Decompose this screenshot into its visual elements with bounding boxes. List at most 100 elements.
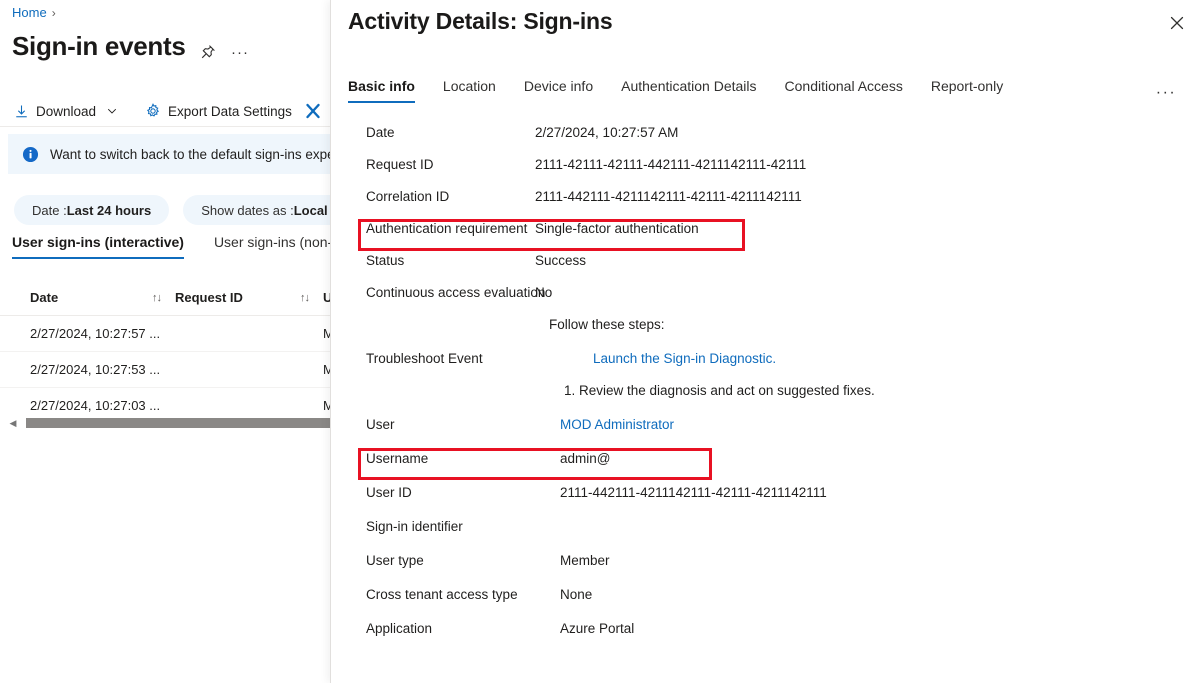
signin-events-table: Date ↑↓ Request ID ↑↓ User 2/27/2024, 10… (0, 280, 330, 424)
detail-row-application: Application Azure Portal (331, 614, 1200, 648)
tab-user-signins-interactive[interactable]: User sign-ins (interactive) (12, 234, 184, 259)
tab-authentication-details[interactable]: Authentication Details (621, 78, 773, 103)
detail-label-application: Application (366, 621, 433, 636)
troubleshoot-button[interactable] (302, 98, 330, 124)
cell-user: MOD Administrator (323, 362, 330, 377)
activity-details-panel: Activity Details: Sign-ins Basic info Lo… (330, 0, 1200, 683)
detail-value-user-link[interactable]: MOD Administrator (521, 406, 1200, 432)
column-header-request-id-label: Request ID (175, 290, 243, 305)
tab-device-info[interactable]: Device info (524, 78, 610, 103)
sort-icon-date[interactable]: ↑↓ (152, 292, 162, 304)
filter-pill-date-key: Date : (32, 202, 67, 218)
detail-row-date: Date 2/27/2024, 10:27:57 AM (331, 118, 1200, 150)
preview-info-banner[interactable]: Want to switch back to the default sign-… (8, 134, 330, 174)
preview-info-banner-text: Want to switch back to the default sign-… (50, 146, 330, 162)
detail-label-signin-identifier: Sign-in identifier (366, 519, 463, 534)
detail-label-authentication-requirement: Authentication requirement (366, 221, 528, 236)
detail-value-request-id: 2111-42111-42111-442111-4211142111-42111 (535, 157, 807, 172)
detail-row-user-type: User type Member (331, 546, 1200, 580)
pin-icon[interactable] (198, 42, 218, 62)
sign-in-events-page: Home › Sign-in events ··· Download Expor… (0, 0, 330, 683)
detail-row-continuous-access-evaluation: Continuous access evaluation No (331, 278, 1200, 310)
detail-value-user-type: Member (560, 553, 610, 568)
troubleshoot-icon (304, 102, 322, 120)
cell-user: MOD Administrator (323, 326, 330, 341)
scrollbar-thumb[interactable] (26, 418, 330, 428)
scrollbar-track[interactable] (26, 418, 330, 428)
tab-conditional-access[interactable]: Conditional Access (785, 78, 920, 103)
detail-label-username: Username (366, 451, 429, 466)
cell-date: 2/27/2024, 10:27:03 ... (30, 398, 161, 413)
page-more-options-icon[interactable]: ··· (230, 42, 250, 62)
detail-row-request-id: Request ID 2111-42111-42111-442111-42111… (331, 150, 1200, 182)
tab-basic-info[interactable]: Basic info (348, 78, 432, 103)
panel-title: Activity Details: Sign-ins (348, 8, 613, 34)
toolbar-divider (0, 126, 330, 127)
filter-pill-show-dates-as-key: Show dates as : (201, 202, 294, 218)
detail-row-correlation-id: Correlation ID 2111-442111-4211142111-42… (331, 182, 1200, 214)
detail-row-status: Status Success (331, 246, 1200, 278)
breadcrumb-home[interactable]: Home (12, 5, 47, 20)
info-icon (22, 146, 39, 163)
column-header-date-label: Date (30, 290, 59, 305)
detail-row-signin-identifier: Sign-in identifier (331, 512, 1200, 546)
column-header-user[interactable]: User (323, 290, 330, 305)
tab-report-only[interactable]: Report-only (931, 78, 1020, 103)
detail-value-status: Success (535, 253, 587, 268)
download-label: Download (36, 103, 97, 119)
close-icon[interactable] (1162, 8, 1192, 38)
download-chevron-down-icon[interactable] (107, 104, 117, 119)
troubleshoot-step-1: 1. Review the diagnosis and act on sugge… (564, 383, 875, 399)
export-data-settings-label: Export Data Settings (168, 103, 292, 119)
detail-label-date: Date (366, 125, 395, 140)
download-icon (14, 104, 29, 119)
page-toolbar: Download Export Data Settings (12, 98, 330, 124)
troubleshoot-intro: Follow these steps: (549, 317, 665, 333)
detail-label-status: Status (366, 253, 405, 268)
detail-value-troubleshoot-event: Follow these steps: Launch the Sign-in D… (521, 318, 1200, 398)
detail-value-user-id: 2111-442111-4211142111-42111-4211142111 (560, 485, 827, 500)
sort-icon-request-id[interactable]: ↑↓ (300, 292, 310, 304)
detail-value-correlation-id: 2111-442111-4211142111-42111-4211142111 (535, 189, 802, 204)
detail-row-user-id: User ID 2111-442111-4211142111-42111-421… (331, 478, 1200, 512)
tab-user-signins-non-interactive[interactable]: User sign-ins (non-interactive) (214, 234, 330, 259)
detail-label-correlation-id: Correlation ID (366, 189, 450, 204)
tab-location[interactable]: Location (443, 78, 513, 103)
breadcrumb: Home › (12, 5, 61, 20)
launch-signin-diagnostic-link[interactable]: Launch the Sign-in Diagnostic. (549, 351, 776, 366)
signin-type-tabs: User sign-ins (interactive) User sign-in… (12, 234, 330, 259)
filter-pills: Date : Last 24 hours Show dates as : Loc… (14, 195, 330, 225)
export-data-settings-button[interactable]: Export Data Settings (143, 99, 302, 123)
detail-value-continuous-access-evaluation: No (535, 285, 553, 300)
detail-label-request-id: Request ID (366, 157, 434, 172)
filter-pill-date[interactable]: Date : Last 24 hours (14, 195, 170, 225)
column-header-request-id[interactable]: Request ID ↑↓ (175, 290, 323, 305)
table-row[interactable]: 2/27/2024, 10:27:57 ... MOD Administrato… (0, 316, 330, 352)
scroll-left-arrow-icon[interactable]: ◀ (0, 418, 26, 429)
cell-date: 2/27/2024, 10:27:57 ... (30, 326, 161, 341)
detail-label-troubleshoot-event: Troubleshoot Event (366, 350, 483, 366)
detail-label-cross-tenant-access-type: Cross tenant access type (366, 587, 518, 602)
detail-value-date: 2/27/2024, 10:27:57 AM (535, 125, 679, 140)
detail-label-user-id: User ID (366, 485, 412, 500)
cell-user: MOD Administrator (323, 398, 330, 413)
filter-pill-show-dates-as[interactable]: Show dates as : Local (183, 195, 330, 225)
table-row[interactable]: 2/27/2024, 10:27:53 ... MOD Administrato… (0, 352, 330, 388)
detail-value-cross-tenant-access-type: None (560, 587, 593, 602)
detail-row-username: Username admin@ (331, 444, 1200, 478)
download-button[interactable]: Download (12, 100, 127, 123)
gear-icon (145, 103, 161, 119)
detail-value-authentication-requirement: Single-factor authentication (535, 221, 699, 236)
panel-overflow-menu-icon[interactable]: ··· (1152, 82, 1180, 104)
detail-label-continuous-access-evaluation: Continuous access evaluation (366, 285, 546, 300)
detail-row-authentication-requirement: Authentication requirement Single-factor… (331, 214, 1200, 246)
detail-value-username: admin@ (560, 451, 611, 466)
panel-tabs: Basic info Location Device info Authenti… (348, 78, 1031, 103)
filter-pill-date-value: Last 24 hours (66, 202, 152, 218)
screen: Home › Sign-in events ··· Download Expor… (0, 0, 1200, 683)
cell-date: 2/27/2024, 10:27:53 ... (30, 362, 161, 377)
detail-label-user-type: User type (366, 553, 424, 568)
column-header-date[interactable]: Date ↑↓ (0, 290, 175, 305)
table-horizontal-scrollbar[interactable]: ◀ (0, 414, 330, 432)
filter-pill-show-dates-as-value: Local (293, 202, 328, 218)
